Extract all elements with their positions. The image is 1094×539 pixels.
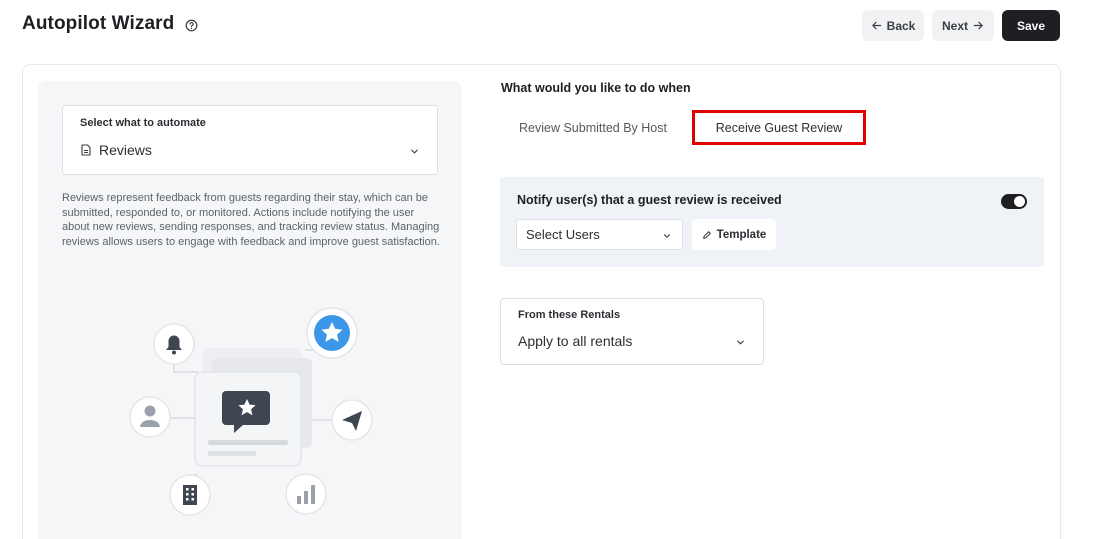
bar-chart-icon [285,473,327,515]
reviews-illustration [129,307,373,516]
select-users-placeholder: Select Users [526,227,600,242]
template-button-label: Template [716,228,767,241]
tab-receive-guest-review[interactable]: Receive Guest Review [692,110,866,145]
rentals-select-label: From these Rentals [518,309,621,321]
send-icon [331,399,373,441]
next-button[interactable]: Next [932,10,994,41]
automate-select-value: Reviews [99,142,152,158]
arrow-left-icon [871,21,881,30]
tab-label: Review Submitted By Host [519,120,667,135]
back-button[interactable]: Back [862,10,924,41]
bell-icon [153,323,195,365]
user-icon [129,396,171,438]
chevron-down-icon [411,149,418,154]
tab-review-submitted-by-host[interactable]: Review Submitted By Host [508,110,678,145]
rentals-select[interactable]: From these Rentals Apply to all rentals [500,298,764,365]
next-button-label: Next [941,18,968,33]
page-title: Autopilot Wizard [22,13,175,34]
rentals-select-value: Apply to all rentals [518,333,633,349]
template-button[interactable]: Template [692,219,776,250]
arrow-right-icon [973,21,983,30]
automation-description: Reviews represent feedback from guests r… [62,192,440,248]
save-button-label: Save [1016,18,1046,33]
chevron-down-icon [737,340,744,345]
building-icon [169,474,211,516]
star-icon [306,307,358,359]
notify-action-title: Notify user(s) that a guest review is re… [517,193,782,207]
notify-enabled-toggle[interactable] [1001,194,1027,209]
automate-select[interactable]: Select what to automate Reviews [62,105,438,175]
trigger-question: What would you like to do when [501,81,691,95]
chevron-down-icon [663,234,671,238]
notify-action-panel: Notify user(s) that a guest review is re… [500,177,1044,267]
select-users-dropdown[interactable]: Select Users [516,219,683,250]
tab-label: Receive Guest Review [715,120,843,135]
save-button[interactable]: Save [1002,10,1060,41]
help-circle-icon[interactable] [185,19,198,32]
document-icon [81,144,91,156]
pencil-icon [702,230,711,239]
automate-select-label: Select what to automate [80,117,206,129]
toggle-knob [1014,196,1025,207]
back-button-label: Back [886,18,916,33]
